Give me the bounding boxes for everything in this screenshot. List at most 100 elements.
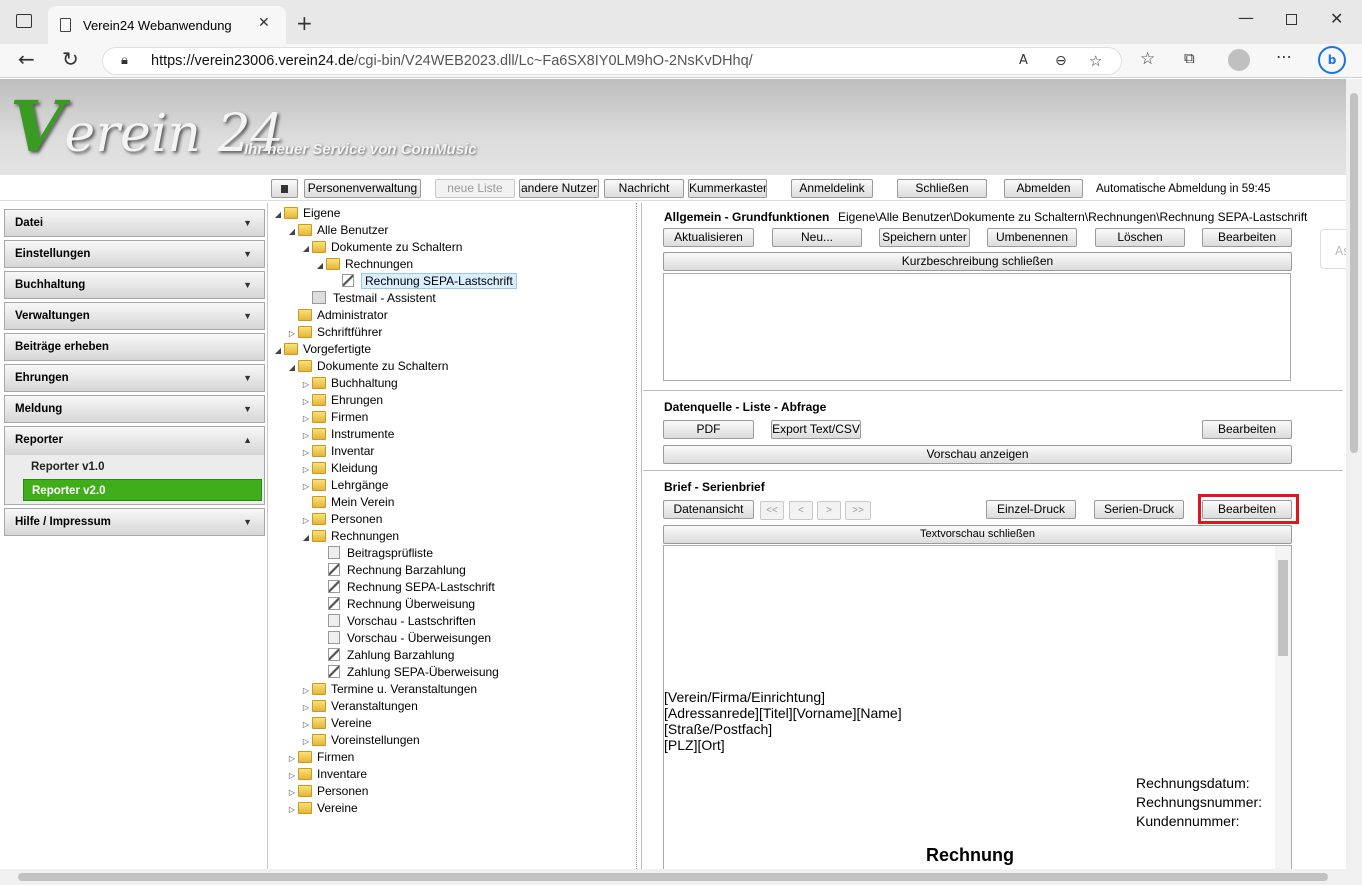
tree-node[interactable]: ▷ Personen <box>300 511 382 528</box>
neu-button[interactable]: Neu... <box>772 228 862 247</box>
page-vertical-scrollbar[interactable] <box>1346 79 1362 869</box>
tree-node[interactable]: ▷ Veranstaltungen <box>300 698 418 715</box>
tree-node[interactable]: Vorschau - Lastschriften <box>328 613 476 630</box>
kurzbeschreibung-textarea[interactable] <box>663 273 1291 381</box>
menu-beitraege-erheben[interactable]: Beiträge erheben <box>4 333 265 361</box>
tree-node[interactable]: ◢ Dokumente zu Schaltern <box>300 239 462 256</box>
tree-node[interactable]: ▷ Personen <box>286 783 368 800</box>
personenverwaltung-button[interactable]: Personenverwaltung <box>304 179 421 198</box>
url-field[interactable]: 🔒︎ https://verein23006.verein24.de/cgi-b… <box>102 47 1122 75</box>
tree-node[interactable]: Administrator <box>286 307 388 324</box>
tree-node[interactable]: ◢ Dokumente zu Schaltern <box>286 358 448 375</box>
favorites-icon[interactable]: ☆ <box>1140 49 1155 69</box>
menu-ehrungen[interactable]: Ehrungen ▼ <box>4 364 265 392</box>
tree-node[interactable]: ▷ Inventare <box>286 766 367 783</box>
tree-node[interactable]: ▷ Schriftführer <box>286 324 382 341</box>
menu-toggle-button[interactable] <box>271 179 298 198</box>
pdf-button[interactable]: PDF <box>663 420 754 439</box>
tree-node[interactable]: Rechnung Barzahlung <box>328 562 466 579</box>
speichern-unter-button[interactable]: Speichern unter <box>879 228 970 247</box>
tree-node-selected[interactable]: Rechnung SEPA-Lastschrift <box>330 273 517 290</box>
menu-reporter-v2[interactable]: Reporter v2.0 <box>23 479 262 501</box>
menu-meldung[interactable]: Meldung ▼ <box>4 395 265 423</box>
tree-node[interactable]: ▷ Firmen <box>286 749 354 766</box>
close-tab-icon[interactable]: ✕ <box>258 15 270 31</box>
collections-icon[interactable]: ⧉ <box>1184 49 1195 67</box>
einzel-druck-button[interactable]: Einzel-Druck <box>986 500 1076 519</box>
tree-node[interactable]: Rechnung SEPA-Lastschrift <box>328 579 495 596</box>
abmelden-button[interactable]: Abmelden <box>1004 179 1083 198</box>
neue-liste-button[interactable]: neue Liste <box>435 179 515 198</box>
new-tab-icon[interactable]: + <box>296 11 313 35</box>
bearbeiten-brief-button[interactable]: Bearbeiten <box>1202 500 1292 519</box>
tree-node[interactable]: ◢ Alle Benutzer <box>286 222 388 239</box>
textvorschau-button[interactable]: Textvorschau schließen <box>663 525 1292 544</box>
aktualisieren-button[interactable]: Aktualisieren <box>663 228 754 247</box>
menu-reporter[interactable]: Reporter ▲ <box>5 427 264 455</box>
tree-node[interactable]: ◢ Rechnungen <box>300 528 399 545</box>
serien-druck-button[interactable]: Serien-Druck <box>1094 500 1184 519</box>
tree-node[interactable]: ▷ Vereine <box>300 715 372 732</box>
kummerkasten-button[interactable]: Kummerkasten <box>688 179 767 198</box>
splitter[interactable] <box>636 203 642 869</box>
tree-node[interactable]: ◢ Eigene <box>272 205 340 222</box>
kurzbeschreibung-button[interactable]: Kurzbeschreibung schließen <box>663 252 1292 271</box>
export-csv-button[interactable]: Export Text/CSV <box>771 420 861 439</box>
tree-node[interactable]: Vorschau - Überweisungen <box>328 630 491 647</box>
tree-node[interactable]: Zahlung SEPA-Überweisung <box>328 664 499 681</box>
tree-node[interactable]: ▷ Voreinstellungen <box>300 732 420 749</box>
tab-actions-icon[interactable] <box>16 14 32 28</box>
menu-hilfe-impressum[interactable]: Hilfe / Impressum ▼ <box>4 508 265 536</box>
side-panel-tab[interactable]: As <box>1320 229 1346 269</box>
tree-node[interactable]: Beitragsprüfliste <box>328 545 433 562</box>
menu-datei[interactable]: Datei ▼ <box>4 209 265 237</box>
datenansicht-button[interactable]: Datenansicht <box>663 500 754 519</box>
tree-node[interactable]: Mein Verein <box>300 494 394 511</box>
tree-node[interactable]: Testmail - Assistent <box>300 290 436 307</box>
prev-record-button[interactable]: < <box>789 501 813 520</box>
tree-node[interactable]: ▷ Termine u. Veranstaltungen <box>300 681 477 698</box>
schliessen-button[interactable]: Schließen <box>897 179 987 198</box>
bearbeiten-allgemein-button[interactable]: Bearbeiten <box>1202 228 1292 247</box>
bearbeiten-datenquelle-button[interactable]: Bearbeiten <box>1202 420 1292 439</box>
tree-node[interactable]: ▷ Firmen <box>300 409 368 426</box>
tree-node[interactable]: ▷ Instrumente <box>300 426 394 443</box>
minimize-icon[interactable]: — <box>1238 8 1254 27</box>
menu-verwaltungen[interactable]: Verwaltungen ▼ <box>4 302 265 330</box>
umbenennen-button[interactable]: Umbenennen <box>987 228 1077 247</box>
first-record-button[interactable]: << <box>760 501 784 520</box>
scrollbar-thumb[interactable] <box>1350 93 1358 453</box>
menu-reporter-v1[interactable]: Reporter v1.0 <box>23 456 262 478</box>
loeschen-button[interactable]: Löschen <box>1095 228 1185 247</box>
back-icon[interactable]: ← <box>18 47 35 71</box>
maximize-icon[interactable] <box>1286 14 1297 25</box>
tree-node[interactable]: ◢ Rechnungen <box>314 256 413 273</box>
tree-node[interactable]: Rechnung Überweisung <box>328 596 475 613</box>
menu-buchhaltung[interactable]: Buchhaltung ▼ <box>4 271 265 299</box>
scrollbar-thumb[interactable] <box>18 873 1328 881</box>
tree-node[interactable]: ◢ Vorgefertigte <box>272 341 371 358</box>
refresh-icon[interactable]: ↻ <box>62 47 79 71</box>
browser-tab[interactable]: Verein24 Webanwendung ✕ <box>48 6 286 44</box>
add-favorite-icon[interactable]: ☆ <box>1089 48 1102 74</box>
read-aloud-icon[interactable]: A <box>1019 48 1028 74</box>
nachricht-button[interactable]: Nachricht <box>604 179 684 198</box>
letter-preview[interactable]: [Verein/Firma/Einrichtung] [Adressanrede… <box>663 545 1292 869</box>
tree-node[interactable]: ▷ Lehrgänge <box>300 477 388 494</box>
tree-node[interactable]: ▷ Inventar <box>300 443 374 460</box>
anmeldelink-button[interactable]: Anmeldelink <box>791 179 873 198</box>
page-horizontal-scrollbar[interactable] <box>0 869 1362 885</box>
vorschau-anzeigen-button[interactable]: Vorschau anzeigen <box>663 445 1292 464</box>
andere-nutzer-button[interactable]: andere Nutzer <box>519 179 599 198</box>
tree-node[interactable]: ▷ Buchhaltung <box>300 375 398 392</box>
profile-avatar-icon[interactable] <box>1228 49 1250 71</box>
next-record-button[interactable]: > <box>817 501 841 520</box>
tree-node[interactable]: ▷ Vereine <box>286 800 358 817</box>
preview-scrollbar[interactable] <box>1275 546 1291 869</box>
tree-node[interactable]: ▷ Kleidung <box>300 460 378 477</box>
bing-icon[interactable]: b <box>1318 46 1346 74</box>
zoom-icon[interactable]: ⊖ <box>1055 48 1067 74</box>
tree-node[interactable]: ▷ Ehrungen <box>300 392 383 409</box>
close-window-icon[interactable]: ✕ <box>1330 9 1343 28</box>
last-record-button[interactable]: >> <box>845 501 871 520</box>
